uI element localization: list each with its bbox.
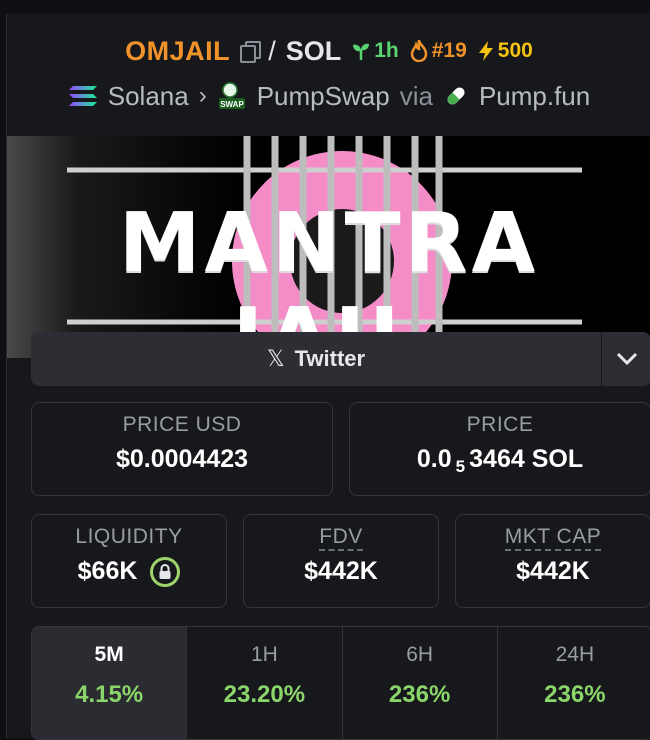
liquidity-value-row: $66K xyxy=(32,557,226,588)
boost-count-text: 500 xyxy=(497,39,533,62)
mktcap-value: $442K xyxy=(516,557,590,585)
pair-info-panel: OMJAIL / SOL 1h #19 500 Solana › SWAP Pu… xyxy=(6,14,650,740)
mktcap-label[interactable]: MKT CAP xyxy=(504,525,602,551)
tab-24h[interactable]: 24H 236% xyxy=(497,627,650,739)
price-usd-value: $0.0004423 xyxy=(115,445,249,473)
mktcap-label-wrap: MKT CAP xyxy=(456,525,650,551)
pair-title-row: OMJAIL / SOL 1h #19 500 xyxy=(7,34,650,68)
tab-24h-change: 236% xyxy=(544,681,606,708)
pair-age-badge: 1h xyxy=(351,39,399,63)
fdv-card: FDV $442K xyxy=(243,514,439,608)
twitter-label: Twitter xyxy=(294,346,366,371)
chevron-right-icon: › xyxy=(198,82,207,109)
fdv-value: $442K xyxy=(304,557,378,585)
price-zero-count: 5 xyxy=(455,457,466,476)
fdv-label[interactable]: FDV xyxy=(319,525,363,551)
price-native-value: 0.0 5 3464 SOL xyxy=(350,445,650,477)
tab-6h-label: 6H xyxy=(406,643,434,666)
swap-badge-text: SWAP xyxy=(220,100,244,109)
pumpswap-icon: SWAP xyxy=(218,82,245,109)
tab-1h-change: 23.20% xyxy=(223,681,306,708)
liquidity-value: $66K xyxy=(77,557,138,585)
lock-icon xyxy=(159,564,171,580)
pill-icon xyxy=(447,87,465,105)
via-label: via xyxy=(399,80,433,111)
tab-6h[interactable]: 6H 236% xyxy=(342,627,498,739)
lightning-icon xyxy=(478,41,493,61)
trending-rank-text: #19 xyxy=(431,39,467,62)
pair-separator: / xyxy=(268,35,276,66)
chain-name-link[interactable]: Solana xyxy=(108,81,189,112)
price-native-label: PRICE xyxy=(466,413,534,436)
tab-5m[interactable]: 5M 4.15% xyxy=(32,627,188,739)
pair-header: OMJAIL / SOL 1h #19 500 Solana › SWAP Pu… xyxy=(7,14,650,134)
price-native-prefix: 0.0 xyxy=(416,445,452,473)
tab-1h-label: 1H xyxy=(250,643,278,666)
tab-24h-label: 24H xyxy=(555,643,595,666)
price-native-suffix: 3464 SOL xyxy=(469,445,584,473)
tab-1h[interactable]: 1H 23.20% xyxy=(187,627,343,739)
fdv-label-wrap: FDV xyxy=(244,525,438,551)
tab-6h-change: 236% xyxy=(388,681,451,708)
quote-token-symbol: SOL xyxy=(285,35,342,66)
liquidity-lock-badge[interactable] xyxy=(150,557,181,588)
socials-bar: 𝕏 Twitter xyxy=(31,332,650,386)
fire-icon xyxy=(410,40,427,62)
boost-badge[interactable]: 500 xyxy=(477,39,533,63)
liquidity-card: LIQUIDITY $66K xyxy=(31,514,227,608)
copy-icon[interactable] xyxy=(240,41,262,63)
twitter-link-button[interactable]: 𝕏 Twitter xyxy=(31,332,602,386)
solana-icon xyxy=(68,86,97,106)
liquidity-label: LIQUIDITY xyxy=(75,525,183,548)
expand-socials-button[interactable] xyxy=(603,332,650,386)
pair-age-text: 1h xyxy=(374,39,399,62)
tab-5m-change: 4.15% xyxy=(75,681,144,708)
token-banner-image: MANTRA JAIL xyxy=(7,136,650,358)
tab-5m-label: 5M xyxy=(94,643,124,666)
market-cap-card: MKT CAP $442K xyxy=(455,514,650,608)
launchpad-name-link[interactable]: Pump.fun xyxy=(479,81,590,112)
dex-name-link[interactable]: PumpSwap xyxy=(257,81,390,112)
price-change-tabs: 5M 4.15% 1H 23.20% 6H 236% 24H 236% xyxy=(31,626,650,740)
chevron-down-icon xyxy=(616,352,638,366)
base-token-symbol: OMJAIL xyxy=(125,35,231,66)
price-usd-card: PRICE USD $0.0004423 xyxy=(31,402,333,496)
x-logo-icon: 𝕏 xyxy=(266,346,285,371)
trending-rank-badge[interactable]: #19 xyxy=(409,39,467,63)
seedling-icon xyxy=(353,43,370,60)
price-native-card: PRICE 0.0 5 3464 SOL xyxy=(349,402,650,496)
price-usd-label: PRICE USD xyxy=(122,413,242,436)
breadcrumb: Solana › SWAP PumpSwap via Pump.fun xyxy=(7,78,650,114)
